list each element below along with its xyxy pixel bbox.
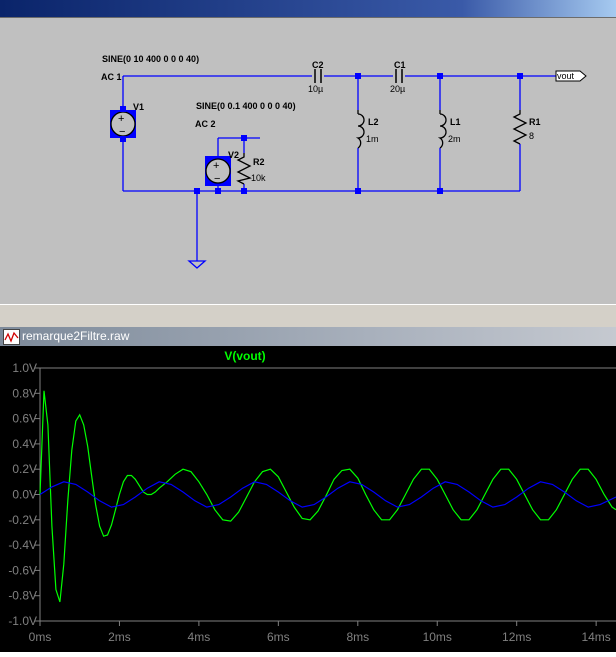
y-tick-label: 0.2V: [12, 462, 37, 476]
main-window-titlebar: [0, 0, 616, 17]
v1-ac-label: AC 1: [101, 72, 122, 82]
x-tick-label: 2ms: [108, 630, 131, 644]
l2-inductor[interactable]: [355, 110, 365, 149]
x-tick-label: 10ms: [423, 630, 452, 644]
titlebar-gradient: [0, 0, 616, 17]
r1-name-label: R1: [529, 117, 541, 127]
svg-text:−: −: [214, 173, 220, 185]
x-tick-label: 12ms: [502, 630, 531, 644]
y-tick-label: -0.6V: [8, 563, 37, 577]
c2-value-label: 10µ: [308, 84, 323, 94]
y-tick-label: 0.4V: [12, 437, 37, 451]
y-tick-label: -0.2V: [8, 513, 37, 527]
c1-name-label: C1: [394, 60, 406, 70]
v2-source[interactable]: + −: [205, 156, 231, 186]
c2-name-label: C2: [312, 60, 324, 70]
l1-name-label: L1: [450, 117, 461, 127]
svg-text:+: +: [118, 113, 124, 125]
l2-value-label: 1m: [366, 134, 379, 144]
v2-ac-label: AC 2: [195, 119, 216, 129]
v1-source-label: SINE(0 10 400 0 0 0 40): [102, 54, 199, 64]
v1-name-label: V1: [133, 102, 144, 112]
l1-value-label: 2m: [448, 134, 461, 144]
waveform-chart[interactable]: 1.0V 0.8V 0.6V 0.4V 0.2V 0.0V -0.2V -0.4V -0.6V -…: [0, 346, 616, 652]
series-line-1: [39, 390, 616, 603]
plot-area[interactable]: 1.0V 0.8V 0.6V 0.4V 0.2V 0.0V -0.2V -0.4V -0.6V -…: [0, 346, 616, 652]
x-tick-label: 4ms: [188, 630, 211, 644]
y-tick-label: 1.0V: [12, 361, 37, 375]
r1-resistor[interactable]: [512, 110, 528, 145]
x-tick-label: 6ms: [267, 630, 290, 644]
y-tick-label: -1.0V: [8, 614, 37, 628]
y-tick-label: 0.8V: [12, 386, 37, 400]
l2-name-label: L2: [368, 117, 379, 127]
legend-label: V(vout): [224, 349, 265, 363]
v2-name-label: V2: [228, 150, 239, 160]
x-tick-label: 8ms: [346, 630, 369, 644]
schematic-drawing: + − + − SINE(0 10 400 0 0 0 40) AC 1 V1 …: [101, 54, 587, 269]
y-tick-label: 0.6V: [12, 412, 37, 426]
waveform-titlebar[interactable]: remarque2Filtre.raw: [0, 327, 616, 346]
schematic-canvas[interactable]: + − + − SINE(0 10 400 0 0 0 40) AC 1 V1 …: [0, 17, 616, 305]
r2-name-label: R2: [253, 157, 265, 167]
waveform-title: remarque2Filtre.raw: [22, 329, 130, 343]
r2-resistor[interactable]: [236, 153, 252, 185]
r2-value-label: 10k: [251, 173, 266, 183]
c2-capacitor[interactable]: [314, 69, 322, 83]
c1-capacitor[interactable]: [395, 69, 403, 83]
y-tick-label: -0.4V: [8, 538, 37, 552]
vout-net-label: vout: [557, 71, 575, 81]
r1-value-label: 8: [529, 131, 534, 141]
x-tick-label: 14ms: [581, 630, 610, 644]
y-tick-label: -0.8V: [8, 589, 37, 603]
svg-text:+: +: [213, 160, 219, 172]
v1-source[interactable]: + −: [110, 110, 136, 138]
window-divider[interactable]: [0, 304, 616, 328]
l1-inductor[interactable]: [437, 110, 447, 149]
y-tick-label: 0.0V: [12, 488, 37, 502]
x-tick-label: 0ms: [29, 630, 52, 644]
plot-frame: [39, 367, 616, 622]
v2-source-label: SINE(0 0.1 400 0 0 0 40): [196, 101, 296, 111]
ground-symbol: [187, 260, 207, 269]
c1-value-label: 20µ: [390, 84, 405, 94]
waveform-window[interactable]: remarque2Filtre.raw 1.0V 0.8V 0.6V 0.4V 0.2V…: [0, 327, 616, 652]
waveform-icon: [3, 329, 20, 345]
